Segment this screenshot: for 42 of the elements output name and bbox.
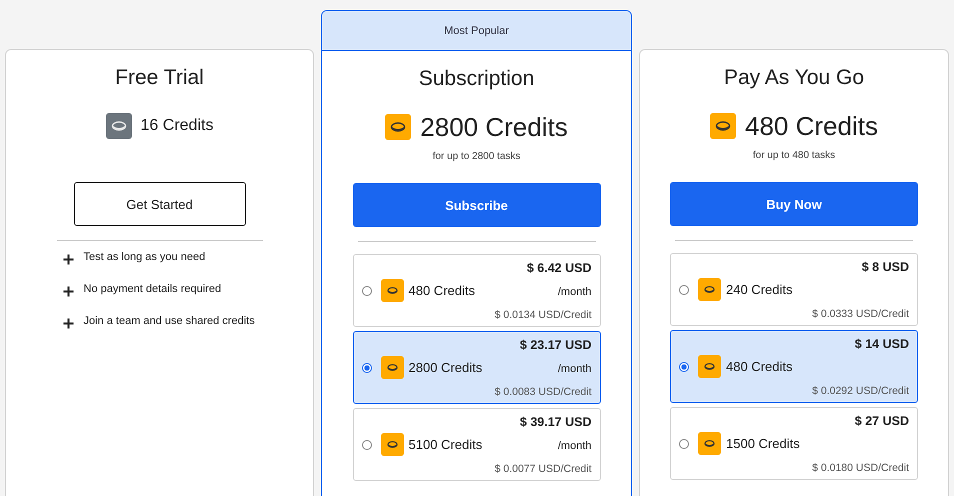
credit-option[interactable]: 480 Credits $ 6.42 USD /month $ 0.0134 USD/Credit (352, 254, 600, 327)
option-price: $ 14 USD (854, 336, 909, 350)
plan-title: Free Trial (115, 65, 204, 91)
option-credits: 480 Credits (726, 359, 792, 374)
plan-title: Pay As You Go (724, 65, 864, 91)
option-credits: 480 Credits (408, 283, 475, 298)
option-price: $ 8 USD (862, 260, 909, 274)
credits-amount: 2800 Credits (420, 112, 568, 142)
option-price: $ 39.17 USD (520, 414, 592, 428)
tasks-note: for up to 480 tasks (752, 150, 836, 161)
option-credits: 1500 Credits (726, 436, 800, 451)
feature-text: No payment details required (84, 283, 222, 295)
price-period: /month (558, 362, 592, 374)
option-price: $ 23.17 USD (520, 338, 592, 352)
credit-option[interactable]: 5100 Credits $ 39.17 USD /month $ 0.0077 USD/Credit (352, 408, 600, 481)
unit-price: $ 0.0083 USD/Credit (494, 386, 592, 398)
plan-button[interactable]: Get Started (74, 182, 246, 226)
option-credits: 2800 Credits (408, 360, 482, 375)
price-period: /month (558, 440, 592, 452)
credit-option[interactable]: 480 Credits $ 14 USD $ 0.0292 USD/Credit (670, 330, 918, 403)
option-credits: 5100 Credits (408, 437, 482, 452)
option-price: $ 27 USD (854, 414, 909, 428)
feature-text: Test as long as you need (84, 251, 206, 263)
credits-amount: 16 Credits (140, 117, 214, 135)
tasks-note: for up to 2800 tasks (432, 151, 520, 162)
plan-title: Subscription (418, 66, 534, 92)
price-period: /month (558, 286, 592, 298)
credit-option[interactable]: 240 Credits $ 8 USD $ 0.0333 USD/Credit (670, 253, 918, 326)
option-credits: 240 Credits (726, 282, 792, 297)
unit-price: $ 0.0333 USD/Credit (812, 308, 909, 320)
popular-banner: Most Popular (322, 11, 631, 51)
unit-price: $ 0.0134 USD/Credit (494, 308, 592, 320)
unit-price: $ 0.0292 USD/Credit (812, 384, 909, 396)
option-price: $ 6.42 USD (526, 260, 592, 274)
credit-option[interactable]: 1500 Credits $ 27 USD $ 0.0180 USD/Credit (670, 407, 918, 480)
unit-price: $ 0.0180 USD/Credit (812, 462, 909, 474)
credit-option[interactable]: 2800 Credits $ 23.17 USD /month $ 0.0083 USD/Credit (352, 331, 600, 404)
credits-amount: 480 Credits (745, 110, 878, 142)
plan-button[interactable]: Subscribe (352, 183, 600, 227)
unit-price: $ 0.0077 USD/Credit (494, 462, 592, 474)
feature-text: Join a team and use shared credits (84, 315, 255, 327)
plan-button[interactable]: Buy Now (670, 182, 918, 226)
